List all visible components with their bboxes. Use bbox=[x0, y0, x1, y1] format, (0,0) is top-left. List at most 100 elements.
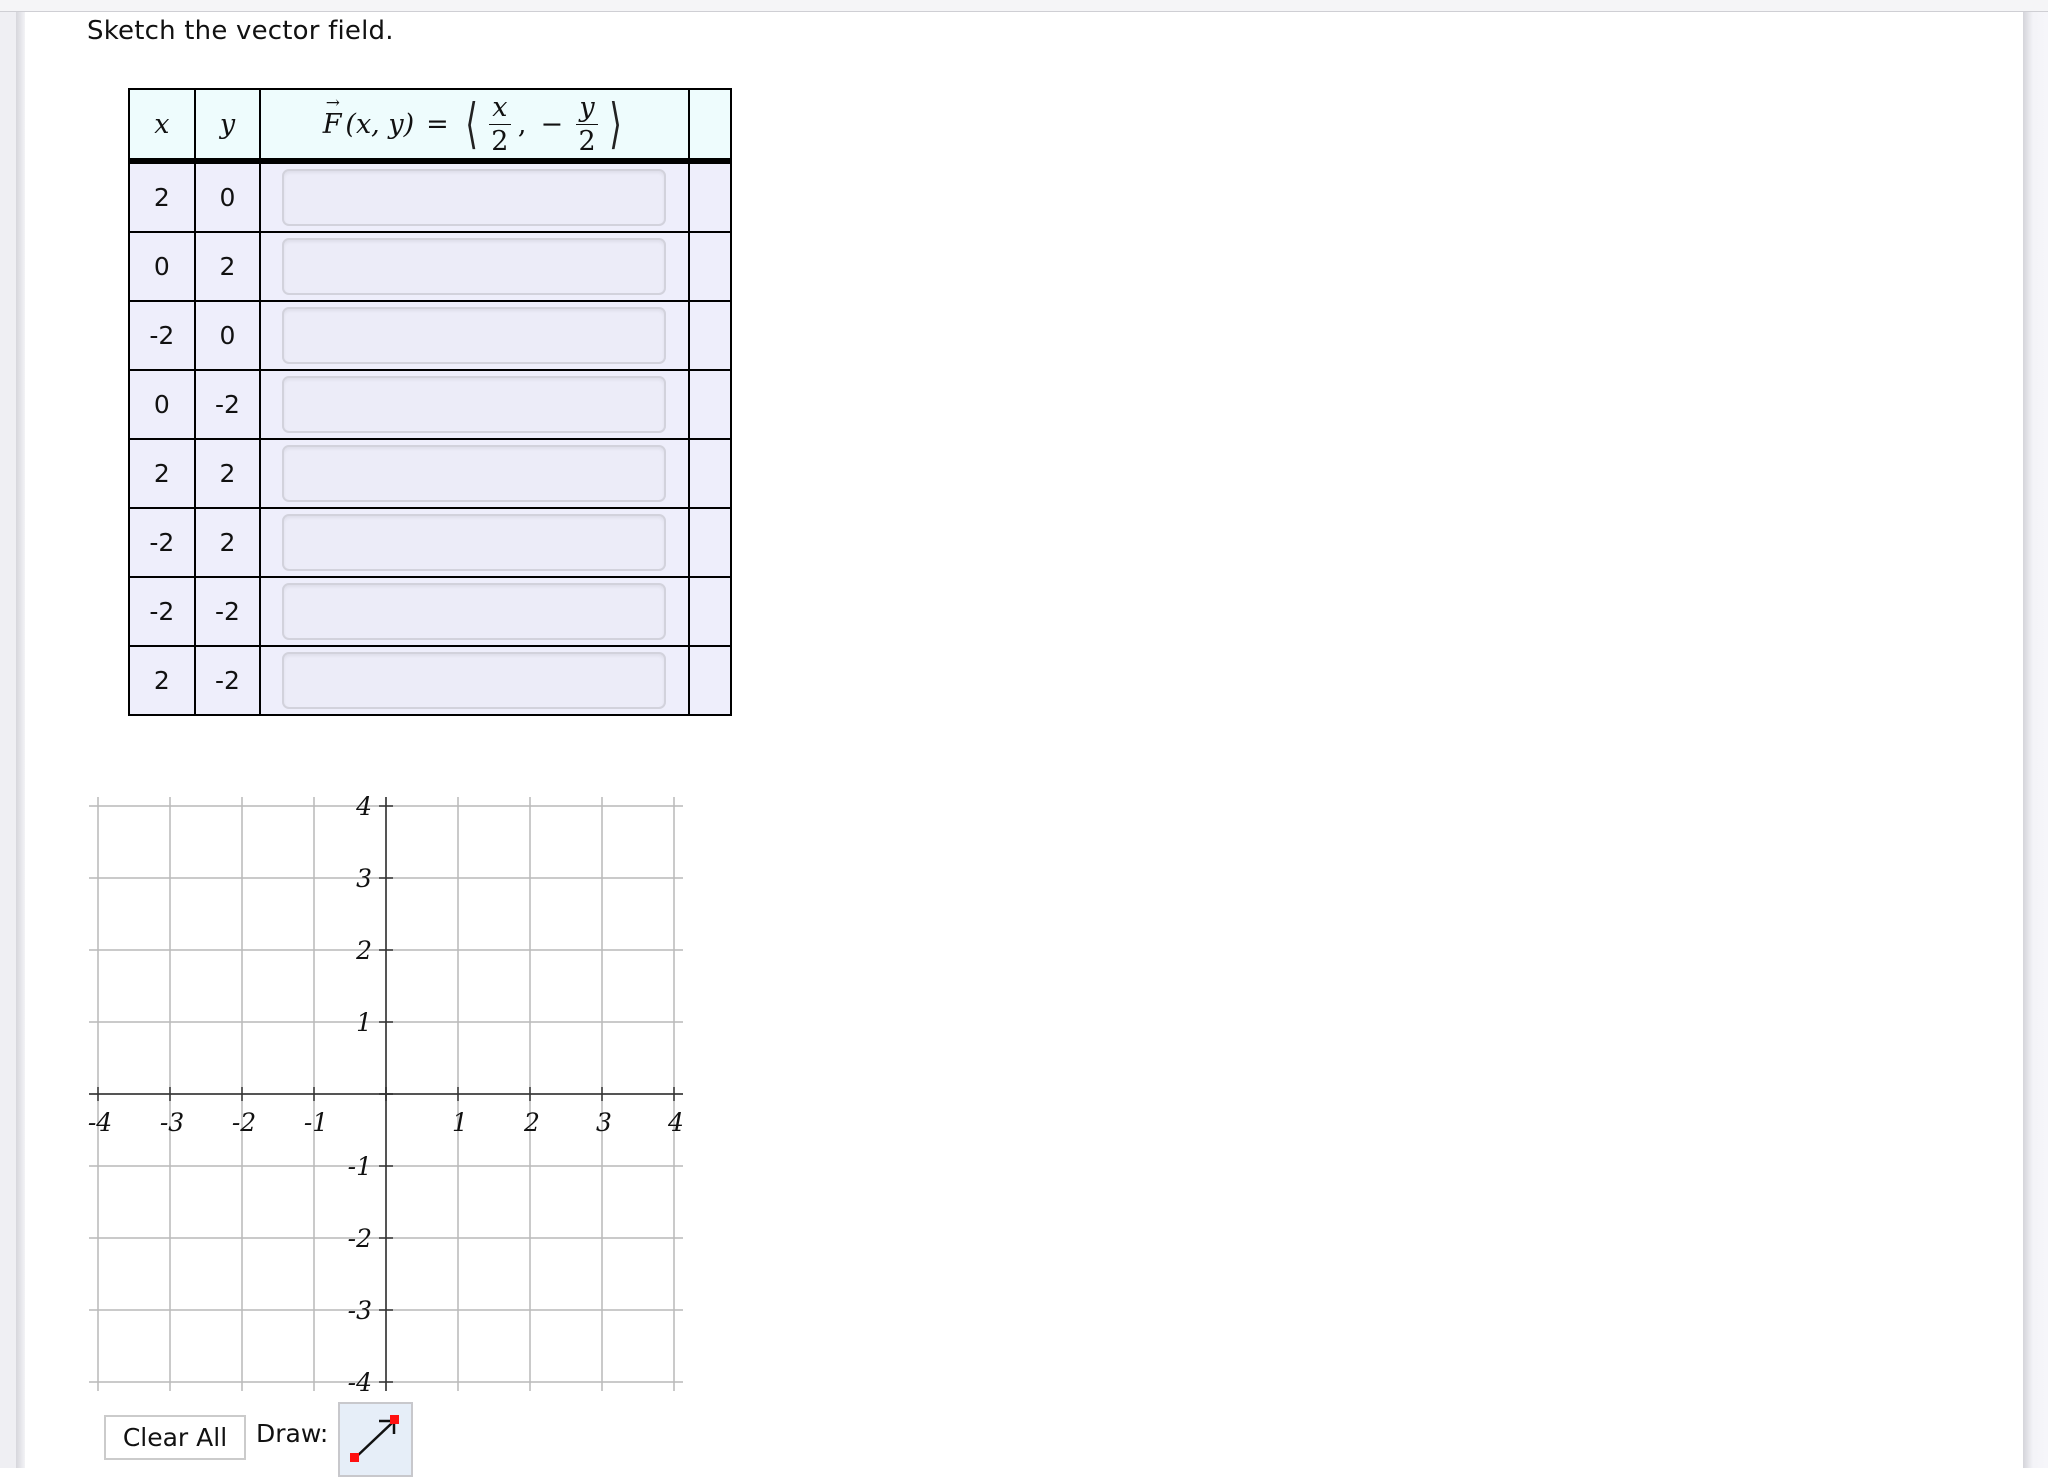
cell-extra bbox=[687, 160, 733, 233]
vector-answer-input[interactable] bbox=[282, 445, 667, 502]
cell-answer bbox=[259, 300, 690, 371]
table-row: 2 0 bbox=[128, 160, 733, 233]
y-value: -2 bbox=[214, 390, 240, 419]
header-x: x bbox=[128, 88, 196, 164]
cell-answer bbox=[259, 160, 690, 233]
graph-canvas[interactable]: -4 -3 -2 -1 1 2 3 4 4 3 2 1 -1 -2 -3 -4 bbox=[80, 790, 700, 1400]
x-tick-label: 2 bbox=[523, 1108, 540, 1137]
vector-answer-input[interactable] bbox=[282, 238, 667, 295]
cell-x: 2 bbox=[128, 160, 196, 233]
x-tick-label: -2 bbox=[232, 1108, 256, 1137]
cell-x: 2 bbox=[128, 645, 196, 716]
y-value: 2 bbox=[219, 528, 236, 557]
cell-x: -2 bbox=[128, 576, 196, 647]
x-tick-label: 4 bbox=[667, 1108, 684, 1137]
vector-field-table: x y F (x, y) = ⟨ x 2 , − y 2 bbox=[128, 88, 733, 723]
y-value: 0 bbox=[219, 321, 236, 350]
fraction-1-numerator: x bbox=[488, 94, 511, 125]
x-value: -2 bbox=[149, 321, 175, 350]
formula-open-angle: ⟨ bbox=[464, 92, 478, 155]
y-tick-label: -1 bbox=[348, 1152, 372, 1181]
y-tick-label: 4 bbox=[355, 792, 372, 821]
y-tick-label: 1 bbox=[356, 1008, 372, 1037]
y-value: -2 bbox=[214, 597, 240, 626]
draw-label: Draw: bbox=[256, 1419, 329, 1448]
vector-arrow-icon bbox=[350, 1415, 399, 1462]
cell-x: 2 bbox=[128, 438, 196, 509]
cell-y: -2 bbox=[193, 576, 262, 647]
right-scroll-gutter bbox=[2023, 12, 2048, 1468]
formula-close-angle: ⟩ bbox=[609, 92, 622, 155]
cell-answer bbox=[259, 645, 690, 716]
x-tick-label: -4 bbox=[88, 1108, 112, 1137]
table-row: -2 0 bbox=[128, 300, 733, 371]
cell-y: 0 bbox=[193, 160, 262, 233]
formula-fraction-2: y 2 bbox=[576, 94, 599, 157]
vector-answer-input[interactable] bbox=[282, 169, 667, 226]
table-row: 0 2 bbox=[128, 231, 733, 302]
vector-answer-input[interactable] bbox=[282, 583, 667, 640]
vector-answer-input[interactable] bbox=[282, 514, 667, 571]
vector-f-symbol: F bbox=[323, 93, 342, 140]
y-tick-label: -2 bbox=[348, 1224, 372, 1253]
fraction-2-denominator: 2 bbox=[578, 125, 596, 157]
table-row: -2 -2 bbox=[128, 576, 733, 647]
cell-x: 0 bbox=[128, 369, 196, 440]
cell-y: 2 bbox=[193, 438, 262, 509]
vector-sketch-graph[interactable]: -4 -3 -2 -1 1 2 3 4 4 3 2 1 -1 -2 -3 -4 bbox=[80, 790, 700, 1404]
cell-x: 0 bbox=[128, 231, 196, 302]
y-tick-label: 3 bbox=[356, 864, 372, 893]
question-prompt: Sketch the vector field. bbox=[87, 16, 394, 46]
cell-y: 2 bbox=[193, 231, 262, 302]
cell-answer bbox=[259, 507, 690, 578]
header-formula: F (x, y) = ⟨ x 2 , − y 2 ⟩ bbox=[259, 88, 690, 164]
cell-extra bbox=[687, 645, 733, 716]
vector-field-formula: F (x, y) = ⟨ x 2 , − y 2 ⟩ bbox=[323, 92, 626, 157]
draw-vector-tool-button[interactable] bbox=[338, 1402, 413, 1477]
cell-y: 2 bbox=[193, 507, 262, 578]
x-value: 2 bbox=[153, 666, 170, 695]
cell-extra bbox=[687, 300, 733, 371]
x-value: 0 bbox=[153, 252, 170, 281]
x-value: 0 bbox=[153, 390, 170, 419]
x-tick-label: -1 bbox=[304, 1108, 328, 1137]
y-tick-label: -3 bbox=[348, 1296, 372, 1325]
cell-x: -2 bbox=[128, 507, 196, 578]
cell-extra bbox=[687, 231, 733, 302]
cell-extra bbox=[687, 438, 733, 509]
cell-y: -2 bbox=[193, 369, 262, 440]
table-row: 2 -2 bbox=[128, 645, 733, 716]
table-row: 2 2 bbox=[128, 438, 733, 509]
cell-answer bbox=[259, 231, 690, 302]
left-gutter bbox=[0, 12, 16, 1468]
y-value: -2 bbox=[214, 666, 240, 695]
arrow-head-handle bbox=[390, 1415, 399, 1424]
x-tick-label: 1 bbox=[452, 1108, 468, 1137]
cell-y: 0 bbox=[193, 300, 262, 371]
vector-answer-input[interactable] bbox=[282, 307, 667, 364]
vector-answer-input[interactable] bbox=[282, 652, 667, 709]
header-extra bbox=[687, 88, 733, 164]
y-value: 0 bbox=[219, 183, 236, 212]
header-x-label: x bbox=[154, 108, 170, 140]
formula-args: (x, y) bbox=[345, 108, 415, 140]
y-value: 2 bbox=[219, 252, 236, 281]
vector-answer-input[interactable] bbox=[282, 376, 667, 433]
header-y-label: y bbox=[219, 108, 236, 140]
x-value: -2 bbox=[149, 597, 175, 626]
cell-extra bbox=[687, 507, 733, 578]
arrow-shaft bbox=[354, 1422, 393, 1459]
y-tick-label: -4 bbox=[348, 1368, 372, 1397]
table-row: 0 -2 bbox=[128, 369, 733, 440]
formula-minus: − bbox=[540, 108, 564, 140]
cell-answer bbox=[259, 369, 690, 440]
fraction-1-denominator: 2 bbox=[491, 125, 509, 157]
cell-y: -2 bbox=[193, 645, 262, 716]
cell-answer bbox=[259, 438, 690, 509]
cell-answer bbox=[259, 576, 690, 647]
formula-separator: , bbox=[517, 108, 527, 140]
clear-all-button[interactable]: Clear All bbox=[104, 1415, 246, 1460]
cell-x: -2 bbox=[128, 300, 196, 371]
x-tick-label: 3 bbox=[596, 1108, 612, 1137]
formula-equals: = bbox=[426, 108, 449, 140]
